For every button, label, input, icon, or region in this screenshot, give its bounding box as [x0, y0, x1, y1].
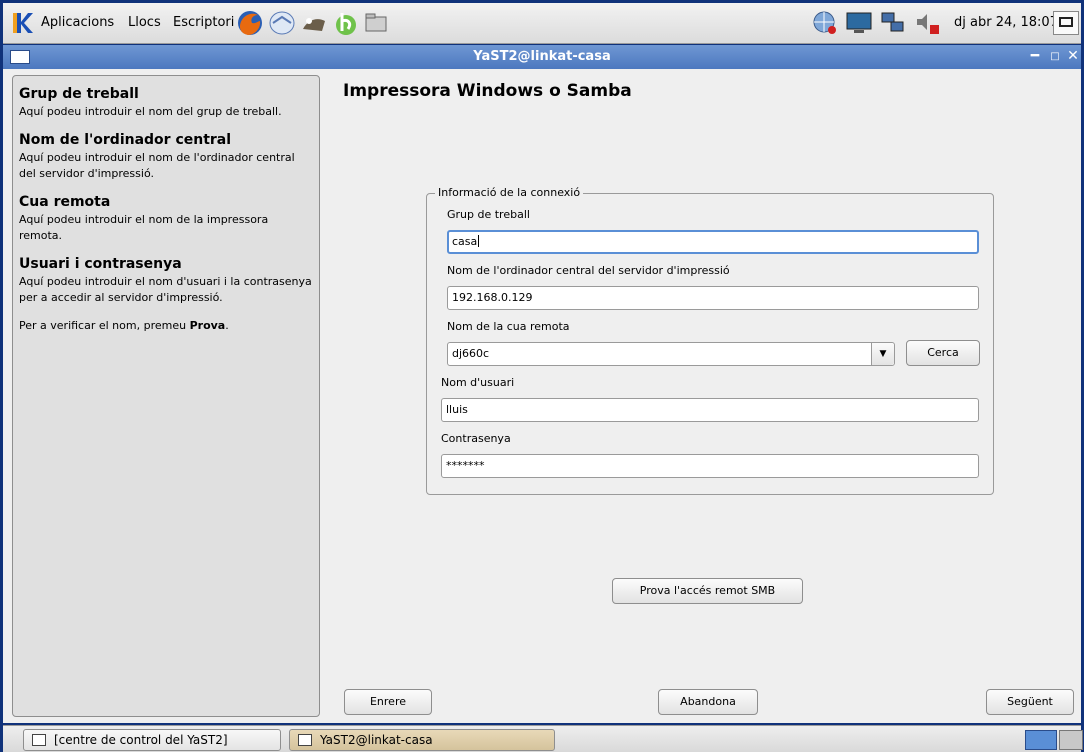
maximize-icon[interactable]: □ [1047, 51, 1063, 62]
search-button[interactable]: Cerca [906, 340, 980, 366]
taskbar-item-label: YaST2@linkat-casa [320, 733, 433, 747]
password-label: Contrasenya [441, 432, 511, 445]
back-button[interactable]: Enrere [344, 689, 432, 715]
password-input[interactable]: ******* [441, 454, 979, 478]
host-label: Nom de l'ordinador central del servidor … [447, 264, 730, 277]
network-globe-icon[interactable] [811, 10, 839, 36]
help-heading-workgroup: Grup de treball [19, 86, 139, 102]
help-heading-user: Usuari i contrasenya [19, 256, 182, 272]
firefox-icon[interactable] [236, 9, 264, 37]
top-panel: Aplicacions Llocs Escriptori dj abr 24, … [3, 3, 1081, 44]
network-computers-icon[interactable] [879, 10, 907, 36]
help-pane: Grup de treball Aquí podeu introduir el … [12, 75, 320, 717]
help-heading-queue: Cua remota [19, 194, 111, 210]
minimize-icon[interactable]: ━ [1027, 48, 1043, 64]
help-verify-prefix: Per a verificar el nom, premeu [19, 319, 190, 332]
help-text-queue: Aquí podeu introduir el nom de la impres… [19, 213, 269, 242]
frame-title: Informació de la connexió [435, 186, 584, 199]
menu-places[interactable]: Llocs [128, 15, 161, 30]
window-titlebar[interactable]: YaST2@linkat-casa ━ □ ✕ [3, 45, 1081, 69]
username-input[interactable]: lluis [441, 398, 979, 422]
bittorrent-icon[interactable] [332, 9, 360, 37]
window-list-icon [32, 734, 46, 746]
text-caret [478, 235, 480, 247]
workgroup-input[interactable]: casa [447, 230, 979, 254]
next-button[interactable]: Següent [986, 689, 1074, 715]
help-verify-suffix: . [225, 319, 229, 332]
help-verify-bold: Prova [189, 319, 226, 332]
workspace-switcher-1[interactable] [1025, 730, 1057, 750]
page-title: Impressora Windows o Samba [343, 81, 632, 101]
close-icon[interactable]: ✕ [1065, 48, 1081, 64]
chevron-down-icon[interactable]: ▼ [871, 343, 894, 365]
bottom-panel: [centre de control del YaST2] YaST2@link… [3, 725, 1083, 752]
help-heading-host: Nom de l'ordinador central [19, 132, 232, 148]
volume-muted-icon[interactable] [913, 10, 941, 36]
taskbar-item-yast2[interactable]: YaST2@linkat-casa [289, 729, 555, 751]
menu-desktop[interactable]: Escriptori [173, 15, 234, 30]
yast-window: Grup de treball Aquí podeu introduir el … [3, 69, 1081, 723]
host-input[interactable]: 192.168.0.129 [447, 286, 979, 310]
kde-menu-icon[interactable] [9, 10, 35, 36]
clock[interactable]: dj abr 24, 18:07 [954, 15, 1058, 30]
workspace-switcher-2[interactable] [1059, 730, 1083, 750]
window-title: YaST2@linkat-casa [473, 49, 611, 64]
test-smb-access-button[interactable]: Prova l'accés remot SMB [612, 578, 803, 604]
gimp-icon[interactable] [300, 9, 328, 37]
file-manager-icon[interactable] [362, 9, 390, 37]
help-text-user: Aquí podeu introduir el nom d'usuari i l… [19, 275, 312, 304]
taskbar-item-yast-control-center[interactable]: [centre de control del YaST2] [23, 729, 281, 751]
connection-info-frame: Informació de la connexió Grup de trebal… [426, 186, 994, 495]
queue-combobox[interactable]: dj660c ▼ [447, 342, 895, 366]
evolution-icon[interactable] [268, 9, 296, 37]
help-text-workgroup: Aquí podeu introduir el nom del grup de … [19, 105, 282, 118]
workgroup-label: Grup de treball [447, 208, 530, 221]
username-label: Nom d'usuari [441, 376, 515, 389]
help-verify-text: Per a verificar el nom, premeu Prova. [19, 318, 313, 334]
abort-button[interactable]: Abandona [658, 689, 758, 715]
menu-applications[interactable]: Aplicacions [41, 15, 114, 30]
show-desktop-icon[interactable] [1053, 11, 1079, 35]
queue-label: Nom de la cua remota [447, 320, 570, 333]
queue-value: dj660c [452, 347, 490, 360]
monitor-icon[interactable] [845, 10, 873, 36]
help-text-host: Aquí podeu introduir el nom de l'ordinad… [19, 151, 295, 180]
taskbar-item-label: [centre de control del YaST2] [54, 733, 228, 747]
window-list-icon [298, 734, 312, 746]
workgroup-value: casa [452, 235, 478, 248]
